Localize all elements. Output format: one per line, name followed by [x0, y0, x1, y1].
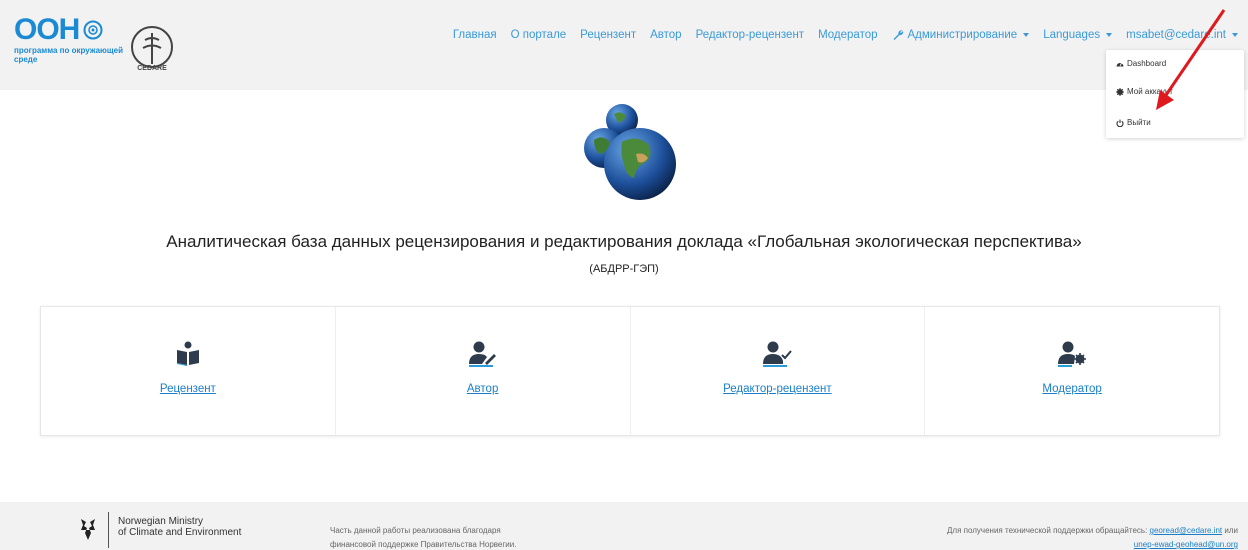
- footer: Norwegian Ministry of Climate and Enviro…: [0, 502, 1248, 550]
- roles-panel: Рецензент Автор Редактор-рецензент Модер…: [40, 306, 1220, 436]
- chevron-down-icon: [1023, 33, 1030, 37]
- page-title: Аналитическая база данных рецензирования…: [166, 232, 1082, 251]
- cedare-logo-label: CEDARE: [137, 65, 167, 72]
- reader-icon: [176, 341, 199, 366]
- cedare-logo[interactable]: CEDARE: [128, 24, 176, 72]
- chevron-down-icon: [1232, 33, 1238, 37]
- role-link-review-editor[interactable]: Редактор-рецензент: [631, 383, 925, 395]
- user-check-icon: [763, 341, 793, 367]
- menu-item-dashboard-label: Dashboard: [1127, 59, 1167, 68]
- footer-divider: [108, 512, 109, 548]
- support-text: Для получения технической поддержки обра…: [947, 526, 1148, 535]
- support-line-2: unep-ewad-geohead@un.org: [947, 538, 1238, 550]
- power-icon: [1116, 119, 1124, 127]
- nav-administration-dropdown[interactable]: Администрирование: [892, 29, 1030, 41]
- role-link-reviewer[interactable]: Рецензент: [41, 383, 335, 395]
- funding-line-2: финансовой поддержке Правительства Норве…: [330, 540, 517, 549]
- page-subtitle: (АБДРР-ГЭП): [589, 263, 659, 275]
- role-link-author[interactable]: Автор: [336, 383, 630, 395]
- role-card-review-editor[interactable]: Редактор-рецензент: [631, 307, 926, 435]
- menu-item-my-account[interactable]: Мой аккаунт: [1116, 87, 1173, 96]
- unep-logo-subtitle: программа по окружающей среде: [14, 46, 124, 64]
- support-line-1: Для получения технической поддержки обра…: [947, 524, 1238, 538]
- menu-item-dashboard[interactable]: Dashboard: [1116, 59, 1166, 68]
- support-email-link-2[interactable]: unep-ewad-geohead@un.org: [1134, 540, 1238, 549]
- ministry-line-1: Norwegian Ministry: [118, 516, 204, 527]
- menu-item-logout-label: Выйти: [1127, 118, 1151, 127]
- role-card-reviewer[interactable]: Рецензент: [41, 307, 336, 435]
- chevron-down-icon: [1106, 33, 1113, 37]
- funding-line-1: Часть данной работы реализована благодар…: [330, 526, 501, 535]
- user-edit-icon: [468, 341, 496, 367]
- nav-user-dropdown[interactable]: msabet@cedare.int: [1126, 29, 1238, 41]
- support-contact: Для получения технической поддержки обра…: [947, 524, 1238, 550]
- gear-icon: [1116, 87, 1124, 96]
- role-card-moderator[interactable]: Модератор: [925, 307, 1219, 435]
- menu-item-my-account-label: Мой аккаунт: [1127, 87, 1173, 96]
- support-or: или: [1224, 526, 1238, 535]
- role-link-moderator[interactable]: Модератор: [925, 383, 1219, 395]
- wrench-icon: [893, 30, 903, 40]
- ministry-line-2: of Climate and Environment: [118, 527, 242, 538]
- globes-logo: [584, 104, 676, 200]
- dashboard-icon: [1116, 62, 1124, 66]
- nav-languages-dropdown[interactable]: Languages: [1043, 29, 1113, 41]
- nav-user-label: msabet@cedare.int: [1126, 29, 1226, 41]
- funding-note: Часть данной работы реализована благодар…: [330, 524, 516, 550]
- un-emblem-icon: [83, 20, 103, 40]
- nav-author[interactable]: Автор: [650, 29, 681, 41]
- top-navbar: ООН программа по окружающей среде CEDARE…: [0, 0, 1248, 90]
- nav-administration-label: Администрирование: [907, 29, 1018, 41]
- support-email-link-1[interactable]: georead@cedare.int: [1150, 526, 1223, 535]
- norway-ministry-name: Norwegian Ministry of Climate and Enviro…: [118, 516, 241, 538]
- norway-coat-of-arms-icon: [81, 519, 95, 540]
- unep-logo[interactable]: ООН программа по окружающей среде: [14, 14, 124, 74]
- nav-review-editor[interactable]: Редактор-рецензент: [696, 29, 805, 41]
- nav-home[interactable]: Главная: [453, 29, 497, 41]
- nav-reviewer[interactable]: Рецензент: [580, 29, 636, 41]
- unep-logo-text: ООН: [14, 13, 80, 46]
- main-nav: Главная О портале Рецензент Автор Редакт…: [439, 29, 1238, 41]
- role-card-author[interactable]: Автор: [336, 307, 631, 435]
- menu-item-logout[interactable]: Выйти: [1116, 118, 1151, 127]
- nav-languages-label: Languages: [1043, 29, 1101, 41]
- nav-moderator[interactable]: Модератор: [818, 29, 877, 41]
- user-dropdown-menu: Dashboard Мой аккаунт Выйти: [1106, 50, 1244, 138]
- user-gear-icon: [1058, 341, 1087, 367]
- nav-about[interactable]: О портале: [511, 29, 567, 41]
